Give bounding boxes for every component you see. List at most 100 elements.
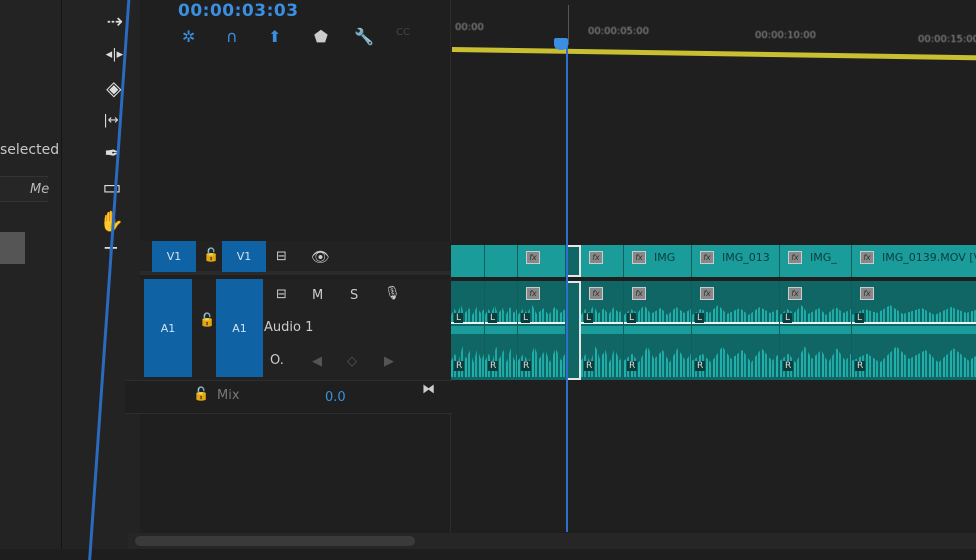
lock-icon[interactable]: 🔓	[199, 313, 215, 328]
audio-clip[interactable]: fx L R	[852, 281, 976, 380]
track-name[interactable]: Audio 1	[264, 320, 313, 335]
snap-magnet-icon[interactable]: ∩	[226, 27, 238, 46]
fx-badge-icon: fx	[589, 287, 603, 300]
channel-separator	[451, 326, 484, 334]
volume-rubberband[interactable]	[692, 322, 779, 324]
channel-right-label: R	[488, 361, 499, 371]
fx-badge-icon: fx	[700, 287, 714, 300]
lock-icon[interactable]: 🔓	[193, 387, 209, 402]
clip-name: IMG	[654, 251, 676, 264]
eye-icon[interactable]: 👁	[311, 248, 330, 266]
audio-clip[interactable]: fx L R	[780, 281, 852, 380]
a1-source-patch[interactable]: A1	[144, 279, 192, 377]
clip-name: IMG_	[810, 251, 837, 264]
sync-lock-icon[interactable]: ⊟	[276, 287, 287, 302]
channel-separator	[518, 326, 565, 334]
channel-left-label: L	[783, 313, 793, 323]
microphone-icon[interactable]: 🎙	[384, 286, 401, 301]
waveform-left	[852, 305, 976, 323]
column-header[interactable]: Me	[0, 176, 50, 202]
channel-left-label: L	[584, 313, 594, 323]
channel-right-label: R	[454, 361, 465, 371]
mix-track-header	[125, 380, 452, 414]
waveform-right	[451, 346, 484, 377]
ruler-label: 00:00:05:00	[588, 26, 650, 37]
channel-right-label: R	[521, 361, 532, 371]
video-clip[interactable]: fx IMG_013	[692, 245, 780, 277]
channel-left-label: L	[855, 313, 865, 323]
a1-target-toggle[interactable]: A1	[216, 279, 263, 377]
nest-icon[interactable]: ✲	[182, 27, 195, 46]
fx-badge-icon: fx	[788, 251, 802, 264]
lock-icon[interactable]: 🔓	[203, 248, 219, 263]
audio-clip[interactable]: fx L R	[692, 281, 780, 380]
channel-separator	[624, 326, 691, 334]
channel-left-label: L	[521, 313, 531, 323]
mix-volume-value[interactable]: 0.0	[325, 390, 346, 405]
ruler-label: 00:00:15:00	[918, 34, 976, 45]
mute-button[interactable]: M	[312, 288, 323, 303]
video-clip[interactable]: fx IMG_0139.MOV [V]	[852, 245, 976, 277]
clip-name: IMG_013	[722, 251, 770, 264]
playhead-line[interactable]	[566, 40, 568, 532]
waveform-right	[624, 346, 691, 377]
channel-left-label: L	[454, 313, 464, 323]
channel-left-label: L	[488, 313, 498, 323]
audio-clip[interactable]: fx L R	[624, 281, 692, 380]
scrollbar-thumb[interactable]	[135, 536, 415, 546]
channel-separator	[852, 326, 976, 334]
waveform-right	[780, 346, 851, 377]
v1-target-toggle[interactable]: V1	[222, 241, 266, 272]
timecode-display[interactable]: 00:00:03:03	[178, 1, 299, 21]
playhead-handle[interactable]	[554, 38, 568, 50]
audio-clip[interactable]	[566, 281, 581, 380]
rectangle-icon[interactable]: ▭	[99, 174, 125, 200]
fx-badge-icon: fx	[589, 251, 603, 264]
channel-right-label: R	[695, 361, 706, 371]
linked-selection-icon[interactable]: ⬆	[268, 27, 281, 46]
waveform-right	[581, 346, 623, 377]
audio-clip[interactable]: fx L R	[518, 281, 566, 380]
prev-keyframe-icon[interactable]: ◀	[312, 354, 322, 369]
waveform-left	[692, 305, 779, 323]
video-clip[interactable]: fx	[518, 245, 566, 277]
track-select-forward-icon[interactable]: ⇢	[102, 8, 128, 34]
volume-rubberband[interactable]	[852, 322, 976, 324]
column-header-label: Me	[30, 182, 50, 197]
fx-badge-icon: fx	[700, 251, 714, 264]
expand-track-icon[interactable]: ⧓	[422, 382, 435, 397]
video-clip[interactable]: fx IMG_	[780, 245, 852, 277]
keyframe-menu-icon[interactable]: O.	[270, 353, 284, 368]
solo-button[interactable]: S	[350, 288, 358, 303]
video-clip[interactable]	[485, 245, 518, 277]
preview-swatch	[0, 232, 25, 264]
fx-badge-icon: fx	[526, 251, 540, 264]
add-marker-icon[interactable]: ⬟	[314, 27, 328, 46]
sync-lock-icon[interactable]: ⊟	[276, 249, 287, 264]
ruler-label: 00:00:10:00	[755, 30, 817, 41]
video-clip[interactable]: fx IMG	[624, 245, 692, 277]
waveform-right	[692, 346, 779, 377]
clip-name: IMG_0139.MOV [V]	[882, 251, 976, 264]
video-clip[interactable]: fx	[581, 245, 624, 277]
channel-left-label: L	[695, 313, 705, 323]
video-clip[interactable]	[451, 245, 485, 277]
v1-source-patch[interactable]: V1	[152, 241, 196, 272]
video-clip[interactable]	[566, 245, 581, 277]
captions-icon[interactable]: CC	[396, 27, 410, 38]
waveform-right	[485, 346, 517, 377]
next-keyframe-icon[interactable]: ▶	[384, 354, 394, 369]
add-keyframe-icon[interactable]: ◇	[347, 354, 357, 369]
channel-separator	[692, 326, 779, 334]
fx-badge-icon: fx	[526, 287, 540, 300]
wrench-settings-icon[interactable]: 🔧	[354, 27, 374, 46]
fx-badge-icon: fx	[632, 251, 646, 264]
channel-separator	[780, 326, 851, 334]
audio-clip[interactable]: LR	[451, 281, 485, 380]
pen-icon[interactable]: ✒	[100, 140, 126, 166]
fx-badge-icon: fx	[860, 251, 874, 264]
selection-status-text: selected	[0, 142, 60, 158]
audio-clip[interactable]: fx L R	[581, 281, 624, 380]
fx-badge-icon: fx	[788, 287, 802, 300]
audio-clip[interactable]: LR	[485, 281, 518, 380]
